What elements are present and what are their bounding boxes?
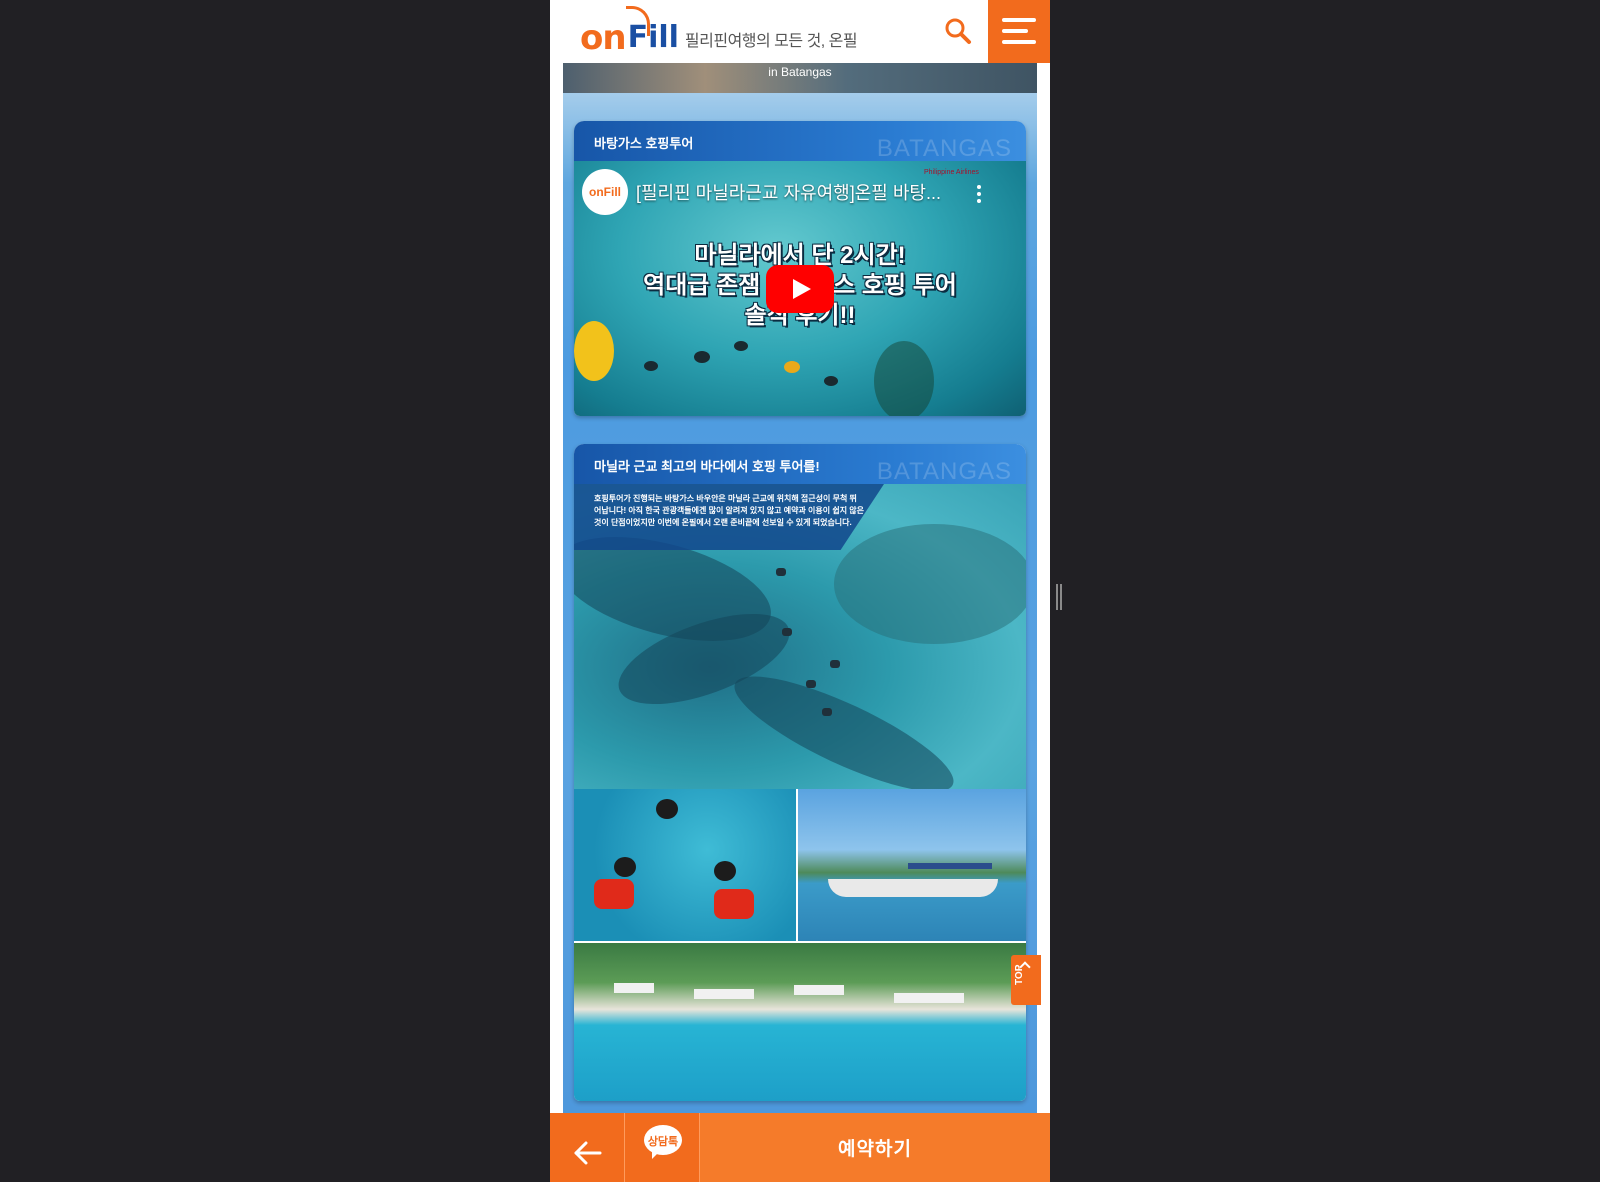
play-button-icon[interactable]: [766, 265, 834, 313]
snorkeler: [782, 628, 792, 636]
logo-on: on: [580, 18, 627, 58]
fish-decoration: [644, 361, 658, 371]
snorkeler: [776, 568, 786, 576]
fish-decoration: [694, 351, 710, 363]
building: [614, 983, 654, 993]
card-watermark: BATANGAS: [876, 458, 1012, 485]
card-watermark: BATANGAS: [876, 135, 1012, 162]
reef-shape: [722, 656, 966, 789]
more-options-icon[interactable]: [976, 185, 982, 203]
reserve-button[interactable]: 예약하기: [700, 1113, 1050, 1182]
scroll-top-button[interactable]: TOP: [1011, 955, 1041, 1005]
site-tagline: 필리핀여행의 모든 것, 온필: [684, 33, 858, 50]
fish-decoration: [824, 376, 838, 386]
snorkeler-head: [614, 857, 636, 877]
chat-bubble-icon: 상담톡: [644, 1125, 682, 1159]
gallery-card: 마닐라 근교 최고의 바다에서 호핑 투어를! BATANGAS 호핑투어가 진…: [574, 444, 1026, 1101]
product-detail-content: in Batangas 바탕가스 호핑투어 BATANGAS onFill [필…: [563, 63, 1037, 1113]
hero-caption: in Batangas: [768, 65, 832, 79]
snorkelers-photo: [574, 789, 798, 941]
snorkeler: [822, 708, 832, 716]
banca-boat-photo: [798, 789, 1026, 941]
mobile-viewport: on Fill 필리핀여행의 모든 것, 온필 in Batangas 바탕가스…: [550, 0, 1050, 1182]
channel-logo-text: onFill: [589, 185, 621, 199]
building: [694, 989, 754, 999]
video-title[interactable]: [필리핀 마닐라근교 자유여행]온필 바탕...: [636, 179, 941, 205]
life-vest: [714, 889, 754, 919]
batangas-hero-image: in Batangas: [563, 63, 1037, 93]
site-header: on Fill 필리핀여행의 모든 것, 온필: [550, 0, 1050, 63]
video-card-title: 바탕가스 호핑투어: [594, 136, 694, 151]
logo-swoosh: [626, 6, 650, 36]
fish-decoration: [784, 361, 800, 373]
back-button[interactable]: [550, 1113, 625, 1182]
photo-row: [574, 789, 1026, 941]
onfill-logo[interactable]: on Fill 필리핀여행의 모든 것, 온필: [580, 6, 858, 58]
snorkeler-head: [656, 799, 678, 819]
snorkeler: [830, 660, 840, 668]
consult-chat-button[interactable]: 상담톡: [625, 1113, 700, 1182]
hamburger-menu-icon[interactable]: [988, 0, 1050, 63]
beach-resort-aerial-photo: [574, 941, 1026, 1101]
youtube-video-embed[interactable]: onFill [필리핀 마닐라근교 자유여행]온필 바탕... Philippi…: [574, 161, 1026, 416]
gallery-card-header: 마닐라 근교 최고의 바다에서 호핑 투어를! BATANGAS: [574, 444, 1026, 485]
video-card-header: 바탕가스 호핑투어 BATANGAS: [574, 121, 1026, 162]
chat-label: 상담톡: [647, 1136, 679, 1148]
aerial-reef-photo: 호핑투어가 진행되는 바탕가스 바우안은 마닐라 근교에 위치해 접근성이 무척…: [574, 484, 1026, 789]
arrow-left-icon: [574, 1141, 602, 1165]
reef-shape: [834, 524, 1026, 644]
search-icon[interactable]: [942, 16, 974, 48]
gallery-description: 호핑투어가 진행되는 바탕가스 바우안은 마닐라 근교에 위치해 접근성이 무척…: [594, 494, 864, 527]
snorkeler-head: [714, 861, 736, 881]
description-banner: 호핑투어가 진행되는 바탕가스 바우안은 마닐라 근교에 위치해 접근성이 무척…: [574, 484, 884, 550]
top-label: TOP: [1014, 964, 1025, 985]
sponsor-logo: Philippine Airlines: [924, 169, 979, 176]
channel-avatar[interactable]: onFill: [582, 169, 628, 215]
video-card: 바탕가스 호핑투어 BATANGAS onFill [필리핀 마닐라근교 자유여…: [574, 121, 1026, 416]
boat-roof: [908, 863, 992, 869]
building: [894, 993, 964, 1003]
gallery-card-title: 마닐라 근교 최고의 바다에서 호핑 투어를!: [594, 459, 820, 474]
life-vest: [594, 879, 634, 909]
window-resize-handle[interactable]: [1056, 584, 1062, 610]
seaweed-decoration: [874, 341, 934, 416]
boat-hull: [828, 879, 998, 897]
snorkeler: [806, 680, 816, 688]
building: [794, 985, 844, 995]
bottom-action-bar: 상담톡 예약하기: [550, 1113, 1050, 1182]
fish-decoration: [734, 341, 748, 351]
